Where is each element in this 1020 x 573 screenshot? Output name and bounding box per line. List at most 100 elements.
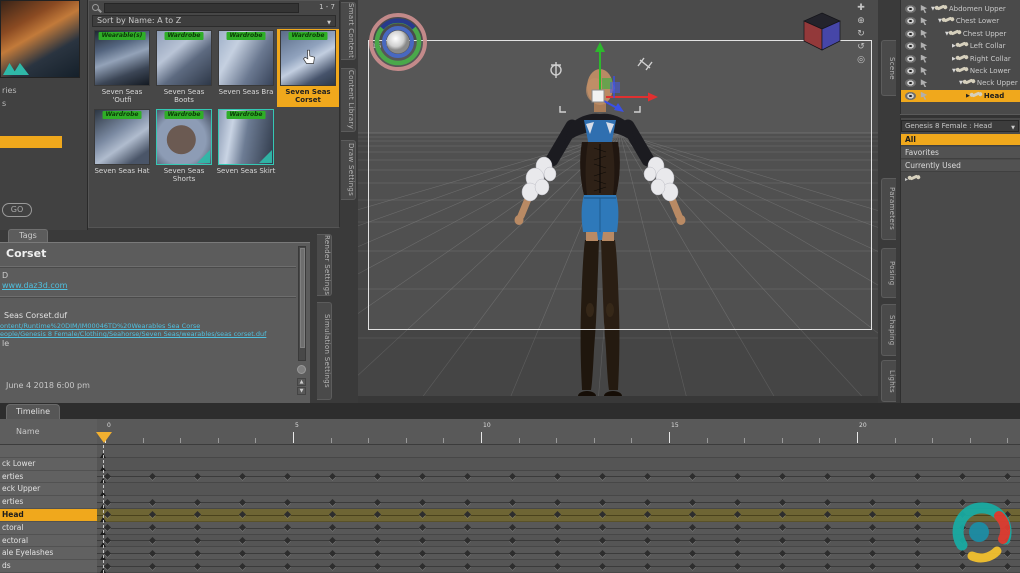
visibility-eye-icon[interactable]	[905, 29, 916, 38]
keyframe-diamond[interactable]	[283, 498, 292, 506]
keyframe-diamond[interactable]	[643, 498, 652, 506]
library-item-seven-seas-corset[interactable]: Wardrobe Seven Seas Corset	[277, 29, 339, 107]
tab-simulation-settings[interactable]: Simulation Settings	[317, 302, 332, 400]
keyframe-diamond[interactable]	[868, 511, 877, 519]
keyframe-diamond[interactable]	[418, 524, 427, 532]
keyframe-diamond[interactable]	[733, 562, 742, 570]
promo-thumbnail[interactable]	[0, 0, 80, 78]
category-item[interactable]: s	[2, 99, 6, 108]
keyframe-diamond[interactable]	[778, 511, 787, 519]
keyframe-diamond[interactable]	[148, 536, 157, 545]
keyframe-diamond[interactable]	[508, 524, 517, 532]
keyframe-diamond[interactable]	[463, 511, 472, 519]
tab-content-library[interactable]: Content Library	[341, 68, 356, 132]
keyframe-diamond[interactable]	[148, 472, 157, 481]
go-button[interactable]: GO	[2, 203, 32, 217]
dolly-tool-icon[interactable]: ⊕	[854, 15, 868, 27]
selectable-pointer-icon[interactable]	[920, 79, 928, 88]
content-path-link[interactable]: eople/Genesis 8 Female/Clothing/Seahorse…	[0, 330, 296, 338]
keyframe-diamond[interactable]	[823, 524, 832, 532]
track-key-area[interactable]	[97, 483, 1020, 497]
scene-node-right-collar[interactable]: ▶ Right Collar	[901, 53, 1020, 65]
keyframe-diamond[interactable]	[328, 498, 337, 506]
keyframe-diamond[interactable]	[463, 498, 472, 506]
keyframe-diamond[interactable]	[328, 511, 337, 519]
selectable-pointer-icon[interactable]	[920, 29, 928, 38]
keyframe-diamond[interactable]	[688, 472, 697, 481]
keyframe-diamond[interactable]	[373, 562, 382, 570]
keyframe-diamond[interactable]	[193, 498, 202, 506]
keyframe-diamond[interactable]	[463, 549, 472, 557]
visibility-eye-icon[interactable]	[905, 91, 916, 100]
3d-viewport[interactable]: 16 : 9 ✚ ⊕ ↻ ↺ ◎	[358, 0, 878, 403]
playhead-handle[interactable]	[96, 432, 112, 443]
keyframe-diamond[interactable]	[148, 498, 157, 506]
timeline-track-head[interactable]: Head	[0, 508, 1020, 522]
timeline-track-ectoral[interactable]: ectoral	[0, 534, 1020, 548]
track-key-area[interactable]	[97, 445, 1020, 458]
selectable-pointer-icon[interactable]	[920, 42, 928, 51]
category-item[interactable]: ries	[2, 86, 17, 95]
keyframe-diamond[interactable]	[148, 562, 157, 570]
keyframe-diamond[interactable]	[418, 511, 427, 519]
library-item-seven-seas-boots[interactable]: Wardrobe Seven Seas Boots	[153, 29, 215, 107]
keyframe-diamond[interactable]	[553, 562, 562, 570]
keyframe-diamond[interactable]	[463, 536, 472, 545]
tab-scene[interactable]: Scene	[881, 40, 896, 96]
keyframe-diamond[interactable]	[598, 536, 607, 545]
sort-dropdown[interactable]: Sort by Name: A to Z ▼	[92, 15, 336, 27]
keyframe-diamond[interactable]	[868, 562, 877, 570]
keyframe-diamond[interactable]	[598, 472, 607, 481]
keyframe-diamond[interactable]	[553, 549, 562, 557]
keyframe-diamond[interactable]	[598, 511, 607, 519]
used-node-row[interactable]: ▸	[905, 174, 922, 183]
keyframe-diamond[interactable]	[778, 562, 787, 570]
keyframe-diamond[interactable]	[598, 549, 607, 557]
keyframe-diamond[interactable]	[688, 498, 697, 506]
selectable-pointer-icon[interactable]	[920, 67, 928, 75]
keyframe-diamond[interactable]	[508, 472, 517, 481]
scene-node-head[interactable]: ▶ Head	[901, 89, 1020, 102]
scene-node-chest-upper[interactable]: ▼ Chest Upper	[901, 28, 1020, 40]
keyframe-diamond[interactable]	[913, 511, 922, 519]
preset-filter-all[interactable]: All	[901, 134, 1020, 146]
keyframe-diamond[interactable]	[373, 524, 382, 532]
keyframe-diamond[interactable]	[193, 536, 202, 545]
timeline-track-ctoral[interactable]: ctoral	[0, 521, 1020, 535]
timeline-track-erties[interactable]: erties	[0, 470, 1020, 484]
keyframe-diamond[interactable]	[283, 472, 292, 481]
keyframe-diamond[interactable]	[913, 472, 922, 481]
track-key-area[interactable]	[97, 508, 1020, 522]
tab-smart-content[interactable]: Smart Content	[341, 2, 356, 60]
keyframe-diamond[interactable]	[778, 549, 787, 557]
keyframe-diamond[interactable]	[373, 472, 382, 481]
scene-node-neck-lower[interactable]: ▼ Neck Lower	[901, 65, 1020, 77]
selected-category-bar[interactable]	[0, 136, 62, 148]
preset-filter-currently-used[interactable]: Currently Used	[901, 160, 1020, 172]
keyframe-diamond[interactable]	[328, 472, 337, 481]
keyframe-diamond[interactable]	[688, 511, 697, 519]
track-key-area[interactable]	[97, 521, 1020, 535]
keyframe-diamond[interactable]	[643, 472, 652, 481]
tab-timeline[interactable]: Timeline	[6, 404, 60, 419]
orbit-trackball-gizmo[interactable]	[368, 12, 428, 72]
store-link[interactable]: www.daz3d.com	[2, 281, 67, 290]
keyframe-diamond[interactable]	[238, 524, 247, 532]
keyframe-diamond[interactable]	[418, 549, 427, 557]
keyframe-diamond[interactable]	[283, 549, 292, 557]
timeline-ruler[interactable]: 0 5 10 15 20	[97, 419, 1020, 445]
timeline-track-blank[interactable]	[0, 445, 1020, 458]
keyframe-diamond[interactable]	[238, 498, 247, 506]
keyframe-diamond[interactable]	[778, 498, 787, 506]
keyframe-diamond[interactable]	[823, 562, 832, 570]
keyframe-diamond[interactable]	[193, 549, 202, 557]
keyframe-diamond[interactable]	[463, 562, 472, 570]
keyframe-diamond[interactable]	[283, 562, 292, 570]
keyframe-diamond[interactable]	[463, 524, 472, 532]
keyframe-diamond[interactable]	[913, 524, 922, 532]
keyframe-diamond[interactable]	[508, 549, 517, 557]
keyframe-diamond[interactable]	[238, 536, 247, 545]
view-cube-gizmo[interactable]	[798, 10, 846, 52]
scene-node-chest-lower[interactable]: ▼ Chest Lower	[901, 15, 1020, 27]
keyframe-diamond[interactable]	[913, 498, 922, 506]
